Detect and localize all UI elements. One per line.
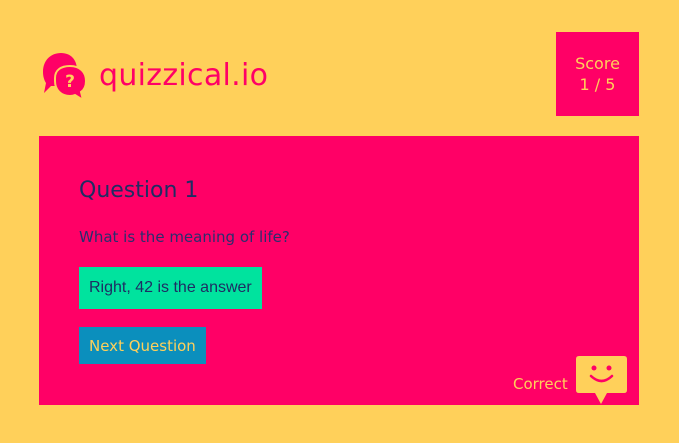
next-question-button[interactable]: Next Question: [79, 327, 206, 364]
score-label: Score: [575, 54, 620, 73]
brand-name: quizzical.io: [99, 58, 269, 93]
svg-text:?: ?: [65, 72, 75, 92]
question-text: What is the meaning of life?: [79, 228, 290, 246]
speech-bubbles-question-icon: ?: [43, 53, 88, 102]
score-value: 1 / 5: [579, 75, 616, 94]
question-title: Question 1: [79, 178, 199, 203]
score-box: Score 1 / 5: [556, 32, 639, 116]
smiley-speech-bubble-icon: [575, 356, 627, 404]
header: ? quizzical.io: [39, 50, 268, 102]
feedback-text: Correct: [513, 375, 568, 393]
question-card: Question 1 What is the meaning of life? …: [39, 136, 639, 405]
feedback: Correct: [513, 356, 627, 406]
answer-button[interactable]: Right, 42 is the answer: [79, 267, 262, 309]
